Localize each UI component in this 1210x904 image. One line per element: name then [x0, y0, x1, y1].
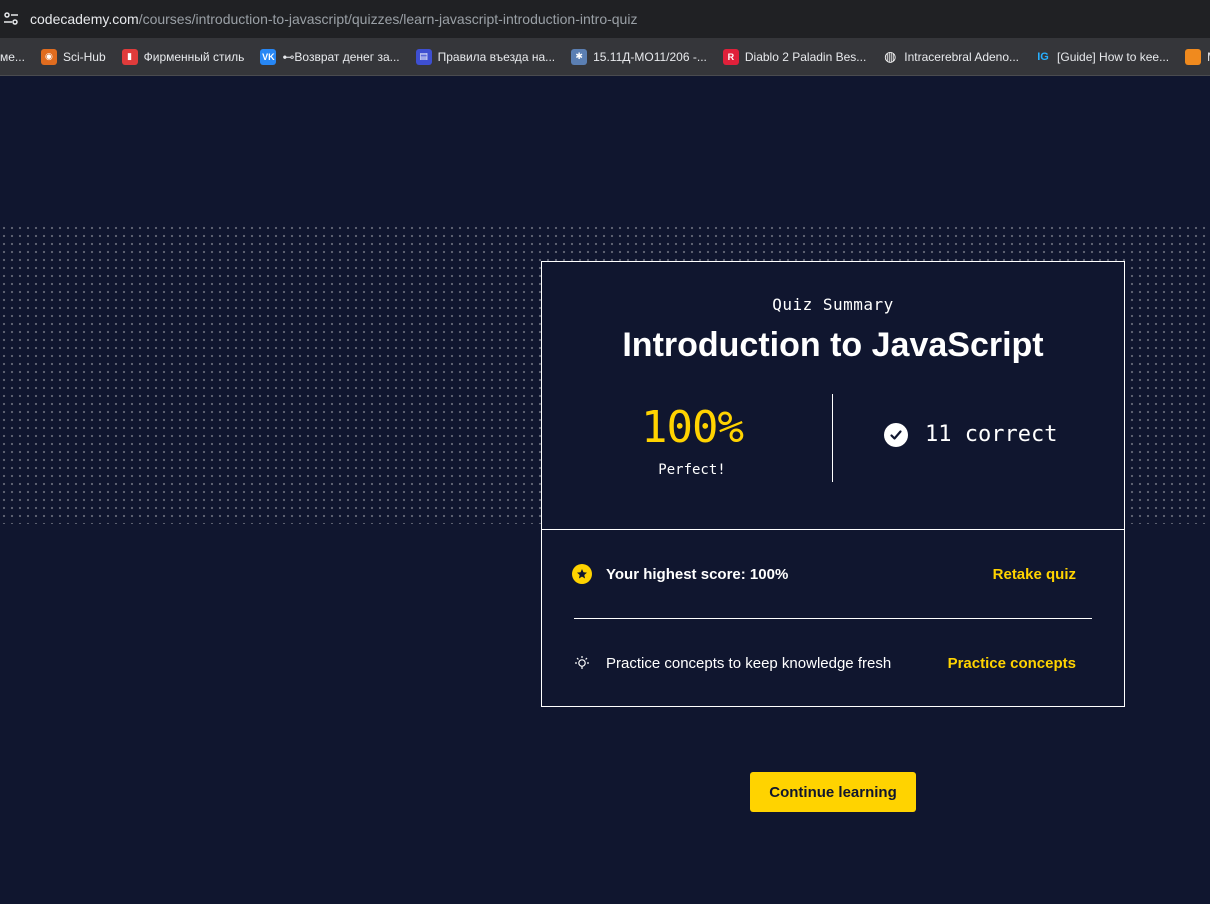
- scihub-eye-icon: ◉: [40, 48, 57, 65]
- quiz-title: Introduction to JavaScript: [622, 326, 1044, 364]
- bookmark-label: [Guide] How to kee...: [1057, 49, 1170, 64]
- bookmark-item[interactable]: ✱ 15.11Д-МО11/206 -...: [563, 43, 715, 71]
- practice-row: Practice concepts to keep knowledge fres…: [572, 651, 1076, 675]
- bookmark-item[interactable]: R Diablo 2 Paladin Bes...: [715, 43, 874, 71]
- continue-learning-button[interactable]: Continue learning: [750, 772, 916, 812]
- bookmark-label: ⊷Возврат денег за...: [282, 49, 400, 64]
- practice-text: Practice concepts to keep knowledge fres…: [606, 654, 892, 672]
- score-divider: [832, 394, 833, 482]
- quiz-summary-page: Quiz Summary Introduction to JavaScript …: [0, 77, 1210, 904]
- highest-score-row: Your highest score: 100% Retake quiz: [572, 562, 1076, 586]
- bookmark-item[interactable]: IG [Guide] How to kee...: [1027, 43, 1177, 71]
- bookmark-label: Diablo 2 Paladin Bes...: [744, 49, 867, 64]
- url-field[interactable]: codecademy.com/courses/introduction-to-j…: [30, 11, 637, 27]
- score-percentage: 100%: [641, 402, 744, 453]
- site-info-icon[interactable]: [0, 8, 22, 30]
- actions-divider: [574, 618, 1092, 619]
- bookmark-label: Intracerebral Adeno...: [904, 49, 1020, 64]
- correct-count: 11 correct: [884, 422, 1057, 447]
- bookmark-label: ме...: [0, 49, 25, 64]
- practice-concepts-link[interactable]: Practice concepts: [948, 655, 1076, 672]
- url-path: /courses/introduction-to-javascript/quiz…: [138, 11, 638, 27]
- lightbulb-icon: [572, 653, 592, 673]
- bookmark-item[interactable]: ▮ Фирменный стиль: [114, 43, 253, 71]
- retake-quiz-link[interactable]: Retake quiz: [993, 566, 1076, 583]
- bookmark-item[interactable]: ▤ Правила въезда на...: [408, 43, 564, 71]
- bookmark-label: Sci-Hub: [62, 49, 106, 64]
- bookmark-label: 15.11Д-МО11/206 -...: [593, 49, 707, 64]
- bookmarks-bar: ме... ◉ Sci-Hub ▮ Фирменный стиль VK ⊷Возврат …: [0, 38, 1210, 76]
- card-divider: [542, 529, 1124, 530]
- bookmark-item[interactable]: M: [1177, 43, 1210, 71]
- address-bar: codecademy.com/courses/introduction-to-j…: [0, 0, 1210, 38]
- url-host: codecademy.com: [30, 11, 139, 27]
- partial-favicon-icon: [1185, 48, 1202, 65]
- doc-icon: ▤: [415, 48, 432, 65]
- bookmark-item[interactable]: VK ⊷Возврат денег за...: [252, 43, 407, 71]
- bookmark-label: Правила въезда на...: [437, 49, 556, 64]
- quiz-summary-label: Quiz Summary: [772, 295, 894, 314]
- score-note: Perfect!: [658, 462, 726, 478]
- bookmark-item[interactable]: ме...: [0, 43, 33, 71]
- check-circle-icon: [884, 422, 908, 447]
- bookmark-label: Фирменный стиль: [143, 49, 245, 64]
- seal-icon: ✱: [571, 48, 588, 65]
- score-section: Quiz Summary Introduction to JavaScript …: [542, 262, 1124, 529]
- highest-score-text: Your highest score: 100%: [606, 565, 789, 583]
- correct-count-text: 11 correct: [925, 422, 1058, 447]
- bookmark-red-icon: ▮: [121, 48, 138, 65]
- globe-icon: ◍: [884, 48, 897, 64]
- quiz-summary-card: Quiz Summary Introduction to JavaScript …: [541, 261, 1125, 707]
- star-icon: [572, 564, 592, 584]
- vk-icon: VK: [260, 48, 277, 65]
- bookmark-item[interactable]: ◍ Intracerebral Adeno...: [874, 43, 1027, 71]
- bookmark-item[interactable]: ◉ Sci-Hub: [33, 43, 114, 71]
- r-icon: R: [722, 48, 739, 65]
- ig-icon: IG: [1037, 50, 1049, 63]
